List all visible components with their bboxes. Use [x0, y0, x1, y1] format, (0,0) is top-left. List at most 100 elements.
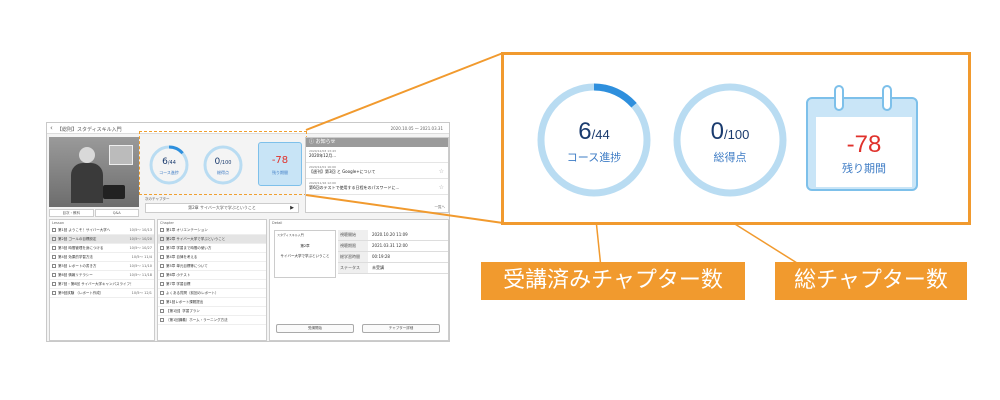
lesson-row[interactable]: 第1回 ようこそ！サイバー大学へ 10/5〜 10/13: [50, 226, 154, 235]
mini-score-label: 総得点: [217, 170, 229, 175]
stage: ‹ 【総則】スタディスキル入門 2020.10.05 ～ 2021.03.31 …: [0, 0, 1000, 400]
mini-remaining-value: -78: [271, 155, 289, 166]
calendar-icon: -78 残り期間: [806, 85, 918, 191]
remaining-value: -78: [846, 131, 882, 158]
lecturer-body: [71, 163, 103, 203]
star-icon[interactable]: ☆: [439, 168, 444, 175]
notice-text: 【週刊】第3回 と Google+について: [309, 169, 376, 174]
chapter-title: 第6章 小テスト: [166, 273, 191, 277]
lecturer-head: [79, 147, 95, 163]
remaining-label: 残り期間: [842, 162, 886, 175]
chapter-title: 第7章 学習目標: [166, 282, 191, 286]
tab-contents[interactable]: 目次・教科: [49, 209, 94, 217]
lesson-row[interactable]: 第5回 レポートの書き方 10/5〜 11/10: [50, 262, 154, 271]
app-screenshot: ‹ 【総則】スタディスキル入門 2020.10.05 ～ 2021.03.31 …: [46, 122, 450, 342]
lesson-date: 10/5〜 10/13: [129, 228, 152, 232]
progress-label: コース進捗: [566, 151, 622, 164]
lesson-title: 第1回 ようこそ！サイバー大学へ: [58, 228, 111, 232]
tab-qa[interactable]: Q&A: [94, 209, 139, 217]
progress-value: 6: [578, 118, 592, 145]
checkbox-icon: [52, 282, 56, 286]
detail-row: 視聴期限 2021.03.31 12:00: [338, 241, 448, 252]
lesson-row[interactable]: 第9回試験 （レポート作成） 10/5〜 12/1: [50, 289, 154, 298]
chapter-icon: [160, 291, 164, 295]
chapter-row[interactable]: 第3章 学習まで時間の使い方: [158, 244, 266, 253]
mini-remaining-label: 残り期間: [272, 170, 288, 175]
score-label: 総得点: [713, 151, 747, 164]
progress-ring: 6/44 コース進捗: [534, 80, 654, 200]
chapter-icon: [160, 300, 164, 304]
score-ring: 0/100 総得点: [670, 80, 790, 200]
video-tabs: 目次・教科 Q&A: [49, 209, 139, 217]
back-arrow-icon[interactable]: ‹: [50, 124, 53, 133]
chapter-title: 第1章 オリエンテーション: [166, 228, 208, 232]
detail-panel: Detail スタディスキル入門 第2章 サイバー大学で学ぶということ 視聴開始…: [269, 219, 449, 341]
star-icon[interactable]: ☆: [439, 184, 444, 191]
chapter-row[interactable]: 第6章 小テスト: [158, 271, 266, 280]
notice-more-link[interactable]: 一覧へ: [435, 205, 446, 210]
mini-progress-ring: 6/44 コース進捗: [148, 144, 190, 186]
lesson-row[interactable]: 第6回 情報リテラシー 10/5〜 11/18: [50, 271, 154, 280]
chapter-title: 第2章 サイバー大学で学ぶということ: [166, 237, 226, 241]
notice-text: 第6回のテストで使用する日程をのパスワードに...: [309, 185, 400, 190]
lesson-title: 第7回・第8回 サイバー大学キャンパスライフ！: [58, 282, 134, 286]
stats-highlight: 6/44 コース進捗 0/100 総得点 -78 残り期間: [139, 131, 307, 195]
chapter-icon: [160, 309, 164, 313]
lesson-title: 第5回 レポートの書き方: [58, 264, 97, 268]
chapter-title: 第3章 学習まで時間の使い方: [166, 246, 212, 250]
chapter-icon: [160, 273, 164, 277]
next-chapter-button[interactable]: 第2章 サイバー大学で学ぶということ ▶: [145, 203, 299, 213]
calendar-ring-icon: [882, 85, 892, 111]
laptop-image: [103, 185, 125, 199]
chapter-row[interactable]: 第2章 サイバー大学で学ぶということ: [158, 235, 266, 244]
start-lesson-button[interactable]: 受講開始: [276, 324, 354, 333]
lesson-row[interactable]: 第7回・第8回 サイバー大学キャンパスライフ！10/5〜 11/24: [50, 280, 154, 289]
checkbox-icon: [52, 291, 56, 295]
notice-item[interactable]: 2020/12/03 13:43 2020年12月...: [306, 147, 448, 163]
video-player[interactable]: [49, 137, 139, 207]
lesson-title: 第3回 時間管理を身につける: [58, 246, 104, 250]
lesson-date: 10/5〜 10/27: [129, 246, 152, 250]
mini-score-total: /100: [220, 160, 232, 166]
chapter-detail-button[interactable]: チャプター詳細: [362, 324, 440, 333]
next-chapter-label: 次のチャプター: [145, 197, 170, 201]
next-chapter-title: 第2章 サイバー大学で学ぶということ: [188, 205, 256, 210]
chapter-row[interactable]: （第1回講義）ホーム・ラーニング方法: [158, 316, 266, 325]
notice-text: 2020年12月...: [309, 153, 337, 158]
chapter-row[interactable]: 第4章 自律を考える: [158, 253, 266, 262]
chapter-row[interactable]: よくある質問（前回のレポート）: [158, 289, 266, 298]
lesson-row[interactable]: 第2回 ゴールの目標設定 10/5〜 10/20: [50, 235, 154, 244]
lesson-row[interactable]: 第4回 効果的学習方法 10/5〜 11/4: [50, 253, 154, 262]
checkbox-icon: [52, 255, 56, 259]
chapter-icon: [160, 264, 164, 268]
chapter-row[interactable]: 第5章 単元目標等について: [158, 262, 266, 271]
notice-item[interactable]: 2020/11/16 12:00 第6回のテストで使用する日程をのパスワードに.…: [306, 179, 448, 195]
lesson-row[interactable]: 第3回 時間管理を身につける 10/5〜 10/27: [50, 244, 154, 253]
lesson-list: 第1回 ようこそ！サイバー大学へ 10/5〜 10/13 第2回 ゴールの目標設定 1…: [50, 226, 154, 298]
mini-calendar: -78 残り期間: [258, 142, 302, 186]
lesson-panel: Lesson 第1回 ようこそ！サイバー大学へ 10/5〜 10/13 第2回 ゴー…: [49, 219, 155, 341]
lesson-date: 10/5〜 10/20: [129, 237, 152, 241]
detail-row: 視聴開始 2020.10.20 11:09: [338, 230, 448, 241]
chapter-icon: [160, 228, 164, 232]
chapter-row[interactable]: 【第1回】学習プラン: [158, 307, 266, 316]
chapter-row[interactable]: 第1章 オリエンテーション: [158, 226, 266, 235]
lesson-title: 第2回 ゴールの目標設定: [58, 237, 97, 241]
chapter-title: 第5章 単元目標等について: [166, 264, 208, 268]
play-icon: ▶: [290, 205, 294, 211]
lesson-date: 10/5〜 11/10: [129, 264, 152, 268]
lesson-date: 10/5〜 12/1: [131, 291, 152, 295]
mini-score-ring: 0/100 総得点: [202, 144, 244, 186]
done-chapters-tag: 受講済みチャプター数: [481, 262, 745, 300]
progress-total: /44: [591, 127, 610, 142]
chapter-title: 第4章 自律を考える: [166, 255, 198, 259]
chapter-icon: [160, 282, 164, 286]
detail-row: 総学習時間 00:19:28: [338, 252, 448, 263]
chapter-list: 第1章 オリエンテーション第2章 サイバー大学で学ぶということ 第3章 学習まで時…: [158, 226, 266, 325]
lesson-title: 第4回 効果的学習方法: [58, 255, 93, 259]
notice-item[interactable]: 2020/12/01 16:00 【週刊】第3回 と Google+について ☆: [306, 163, 448, 179]
checkbox-icon: [52, 246, 56, 250]
course-period: 2020.10.05 ～ 2021.03.31: [390, 126, 443, 131]
chapter-row[interactable]: 第7章 学習目標: [158, 280, 266, 289]
chapter-row[interactable]: 第1回レポート課題提出: [158, 298, 266, 307]
